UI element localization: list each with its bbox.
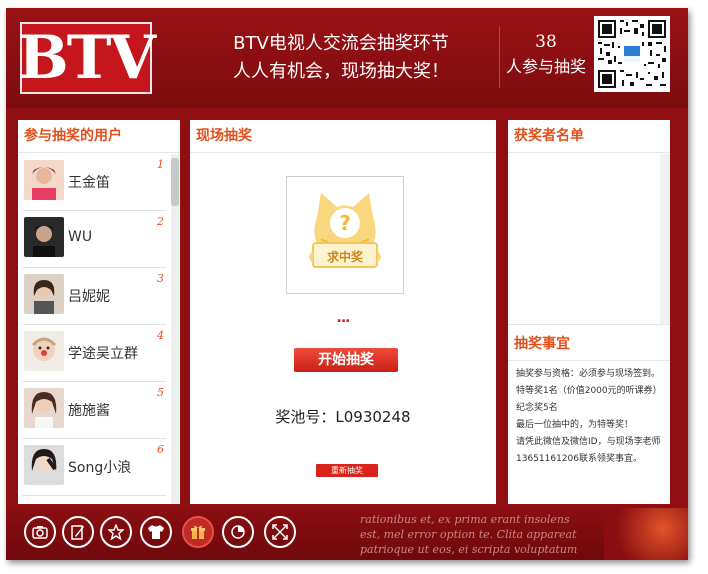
user-rank: 5 (157, 386, 164, 399)
logo-text: BTV (18, 23, 156, 93)
app-frame: BTV BTV电视人交流会抽奖环节 人人有机会，现场抽大奖！ 38 人参与抽奖 (6, 8, 688, 560)
avatar (24, 160, 64, 200)
participants-panel: 参与抽奖的用户 王金笛 1 WU 2 吕妮妮 3 学途吴立群 4 施施酱 5 S… (18, 120, 180, 504)
user-name: 吕妮妮 (68, 289, 110, 305)
avatar (24, 331, 64, 371)
draw-panel: 现场抽奖 ? 求中奖 ... 开始抽奖 奖池号：L0930248 重新抽奖 (190, 120, 496, 504)
user-rank: 2 (157, 215, 164, 228)
user-name: WU (68, 229, 93, 245)
fullscreen-icon[interactable] (264, 516, 296, 548)
rule-line: 抽奖参与资格：必须参与现场签到。 (516, 369, 661, 379)
participant-counter: 38 人参与抽奖 (501, 30, 591, 80)
user-name: Song小浪 (68, 460, 132, 476)
list-item[interactable]: Song小浪 6 (22, 439, 166, 496)
header-divider (499, 26, 500, 88)
participant-label: 人参与抽奖 (505, 57, 586, 76)
slogan-line-1: BTV电视人交流会抽奖环节 (233, 33, 449, 54)
rule-line: 最后一位抽中的，为特等奖！ (516, 420, 634, 430)
rules-text: 抽奖参与资格：必须参与现场签到。 特等奖1名（价值2000元的听课券） 纪念奖5… (516, 366, 668, 468)
list-item[interactable] (22, 496, 166, 504)
tshirt-icon[interactable] (140, 516, 172, 548)
list-item[interactable]: 吕妮妮 3 (22, 268, 166, 325)
avatar (24, 388, 64, 428)
avatar (24, 274, 64, 314)
svg-text:?: ? (339, 211, 351, 235)
rule-line: 13651161206联系领奖事宜。 (516, 454, 642, 464)
prize-caption: 求中奖 (327, 249, 364, 264)
list-item[interactable]: WU 2 (22, 211, 166, 268)
rule-line: 特等奖1名（价值2000元的听课券） (516, 386, 662, 396)
start-draw-button[interactable]: 开始抽奖 (294, 348, 398, 372)
slogan-line-2: 人人有机会，现场抽大奖！ (233, 61, 449, 82)
user-name: 王金笛 (68, 175, 110, 191)
draw-title: 现场抽奖 (190, 120, 496, 153)
user-rank: 4 (157, 329, 164, 342)
qr-code (594, 16, 670, 92)
slogan: BTV电视人交流会抽奖环节 人人有机会，现场抽大奖！ (196, 30, 486, 86)
footer-toolbar: rationibus et, ex prima erant insolens e… (6, 508, 688, 560)
user-rank: 3 (157, 272, 164, 285)
participants-scrollbar[interactable] (171, 154, 179, 504)
draw-result: ... (336, 310, 351, 326)
user-rank: 1 (157, 158, 164, 171)
scrollbar-thumb[interactable] (171, 158, 179, 206)
rule-line: 纪念奖5名 (516, 403, 558, 413)
gift-icon[interactable] (182, 516, 214, 548)
winners-title: 获奖者名单 (508, 120, 670, 153)
lucky-cat-icon: ? 求中奖 (309, 193, 381, 268)
avatar (24, 445, 64, 485)
participants-title: 参与抽奖的用户 (18, 120, 180, 153)
pool-number: 奖池号：L0930248 (275, 408, 411, 426)
winners-scrollbar[interactable] (660, 154, 670, 324)
rule-line: 请凭此微信及微信ID，与现场李老师 (516, 437, 661, 447)
star-icon[interactable] (100, 516, 132, 548)
pie-chart-icon[interactable] (222, 516, 254, 548)
btv-logo: BTV (18, 22, 156, 94)
participant-count: 38 (535, 32, 557, 52)
user-name: 学途吴立群 (68, 346, 138, 362)
edit-icon[interactable] (62, 516, 94, 548)
rules-title: 抽奖事宜 (508, 328, 670, 361)
prize-image: ? 求中奖 (286, 176, 404, 294)
camera-icon[interactable] (24, 516, 56, 548)
user-name: 施施酱 (68, 403, 110, 419)
winners-panel: 获奖者名单 抽奖事宜 抽奖参与资格：必须参与现场签到。 特等奖1名（价值2000… (508, 120, 670, 504)
list-item[interactable]: 施施酱 5 (22, 382, 166, 439)
decorative-latin-text: rationibus et, ex prima erant insolens e… (360, 512, 620, 557)
avatar (24, 217, 64, 257)
latin-line: patrioque ut eos, ei scripta voluptatum (360, 543, 578, 556)
participants-list[interactable]: 王金笛 1 WU 2 吕妮妮 3 学途吴立群 4 施施酱 5 Song小浪 6 (18, 154, 170, 504)
user-rank: 6 (157, 443, 164, 456)
list-item[interactable]: 学途吴立群 4 (22, 325, 166, 382)
header: BTV BTV电视人交流会抽奖环节 人人有机会，现场抽大奖！ 38 人参与抽奖 (6, 8, 688, 108)
latin-line: rationibus et, ex prima erant insolens (360, 513, 570, 526)
list-item[interactable]: 王金笛 1 (22, 154, 166, 211)
latin-line: est, mel error option te. Clita appareat (360, 528, 577, 541)
winners-list[interactable] (508, 154, 670, 325)
reset-draw-button[interactable]: 重新抽奖 (316, 464, 378, 477)
